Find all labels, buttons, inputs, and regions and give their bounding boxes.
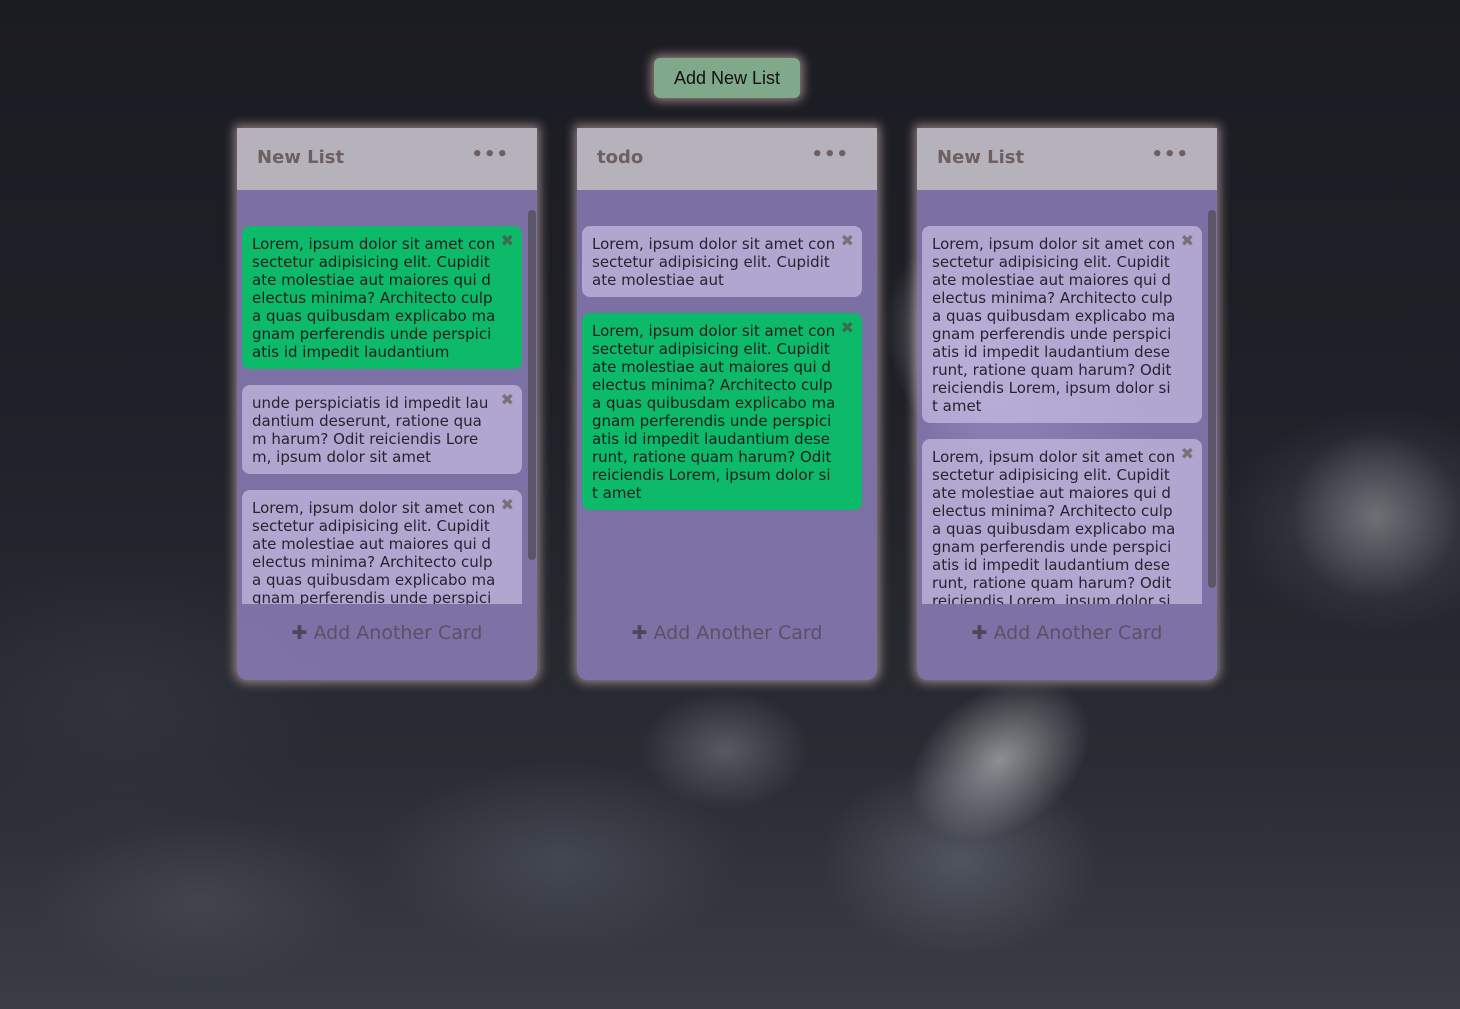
list-menu-icon[interactable]: ••• — [471, 144, 509, 165]
scrollbar[interactable] — [1208, 210, 1216, 588]
card-text: Lorem, ipsum dolor sit amet consectetur … — [932, 448, 1176, 604]
card-container[interactable]: Lorem, ipsum dolor sit amet consectetur … — [242, 226, 524, 604]
card-text: unde perspiciatis id impedit laudantium … — [252, 394, 489, 466]
list-menu-icon[interactable]: ••• — [811, 144, 849, 165]
card-text: Lorem, ipsum dolor sit amet consectetur … — [592, 322, 836, 502]
card[interactable]: Lorem, ipsum dolor sit amet consectetur … — [242, 226, 522, 369]
list-header: New List ••• — [917, 128, 1217, 190]
card[interactable]: unde perspiciatis id impedit laudantium … — [242, 385, 522, 474]
plus-icon: ✚ — [291, 622, 308, 644]
list-menu-icon[interactable]: ••• — [1151, 144, 1189, 165]
add-card-label: Add Another Card — [993, 622, 1163, 644]
list-column: todo ••• Lorem, ipsum dolor sit amet con… — [577, 128, 877, 680]
add-card-label: Add Another Card — [313, 622, 483, 644]
plus-icon: ✚ — [971, 622, 988, 644]
plus-icon: ✚ — [631, 622, 648, 644]
list-title[interactable]: todo — [597, 147, 643, 168]
delete-card-icon[interactable]: ✖ — [841, 232, 854, 250]
card[interactable]: Lorem, ipsum dolor sit amet consectetur … — [582, 226, 862, 297]
list-header: todo ••• — [577, 128, 877, 190]
card-container[interactable]: Lorem, ipsum dolor sit amet consectetur … — [922, 226, 1204, 604]
card[interactable]: Lorem, ipsum dolor sit amet consectetur … — [922, 226, 1202, 423]
delete-card-icon[interactable]: ✖ — [1181, 232, 1194, 250]
background-feather — [1290, 430, 1460, 600]
add-card-label: Add Another Card — [653, 622, 823, 644]
card[interactable]: Lorem, ipsum dolor sit amet consectetur … — [242, 490, 522, 604]
delete-card-icon[interactable]: ✖ — [501, 391, 514, 409]
list-title[interactable]: New List — [257, 147, 344, 168]
card-text: Lorem, ipsum dolor sit amet consectetur … — [932, 235, 1176, 415]
delete-card-icon[interactable]: ✖ — [841, 319, 854, 337]
delete-card-icon[interactable]: ✖ — [501, 232, 514, 250]
add-card-button[interactable]: ✚ Add Another Card — [917, 622, 1217, 644]
list-column: New List ••• Lorem, ipsum dolor sit amet… — [917, 128, 1217, 680]
card[interactable]: Lorem, ipsum dolor sit amet consectetur … — [582, 313, 862, 510]
delete-card-icon[interactable]: ✖ — [1181, 445, 1194, 463]
card-text: Lorem, ipsum dolor sit amet consectetur … — [252, 235, 496, 361]
add-card-button[interactable]: ✚ Add Another Card — [577, 622, 877, 644]
card-container[interactable]: Lorem, ipsum dolor sit amet consectetur … — [582, 226, 864, 604]
add-new-list-button[interactable]: Add New List — [654, 58, 800, 98]
list-title[interactable]: New List — [937, 147, 1024, 168]
list-header: New List ••• — [237, 128, 537, 190]
background-feather — [640, 690, 810, 810]
add-card-button[interactable]: ✚ Add Another Card — [237, 622, 537, 644]
list-column: New List ••• Lorem, ipsum dolor sit amet… — [237, 128, 537, 680]
delete-card-icon[interactable]: ✖ — [501, 496, 514, 514]
card-text: Lorem, ipsum dolor sit amet consectetur … — [252, 499, 496, 604]
card[interactable]: Lorem, ipsum dolor sit amet consectetur … — [922, 439, 1202, 604]
card-text: Lorem, ipsum dolor sit amet consectetur … — [592, 235, 836, 289]
scrollbar[interactable] — [528, 210, 536, 560]
